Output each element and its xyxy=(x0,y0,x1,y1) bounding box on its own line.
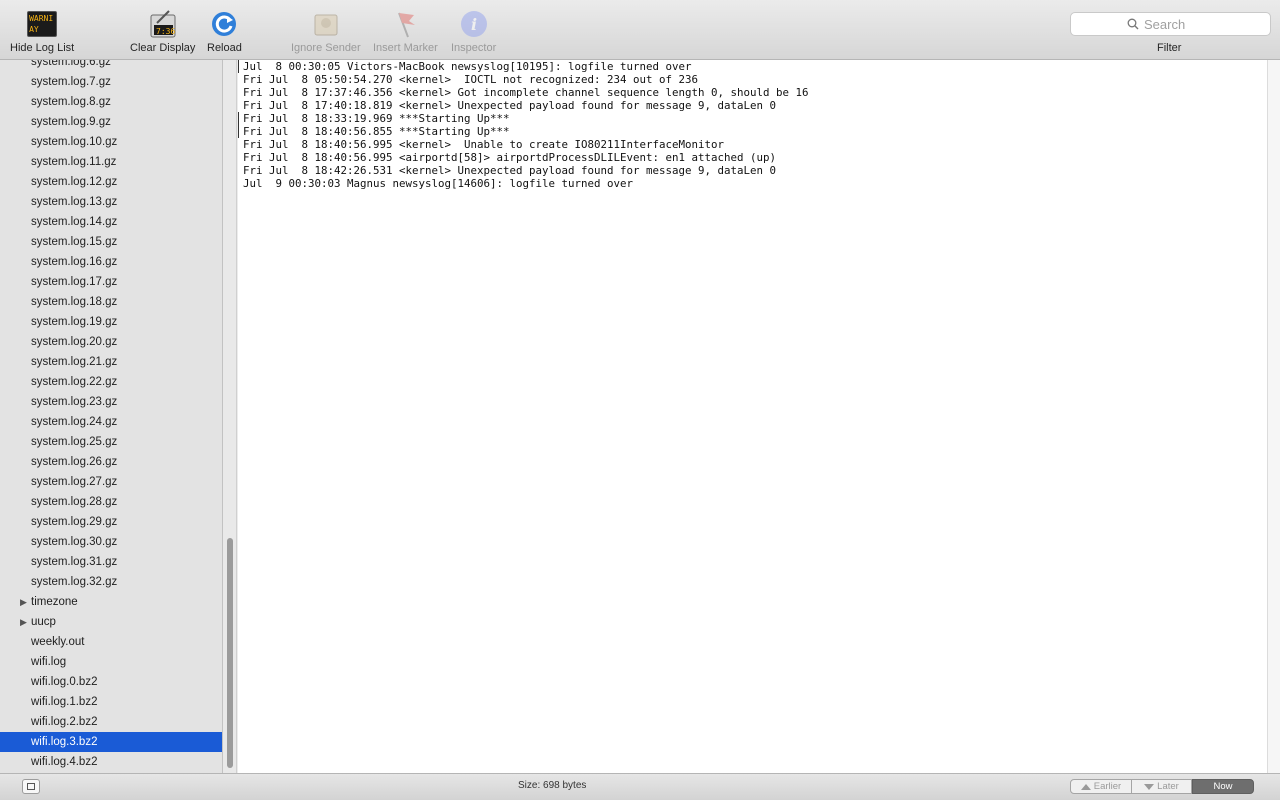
log-list-item[interactable]: system.log.25.gz xyxy=(0,432,222,452)
log-line: Fri Jul 8 18:42:26.531 <kernel> Unexpect… xyxy=(243,164,777,177)
log-list-item[interactable]: wifi.log.0.bz2 xyxy=(0,672,222,692)
log-list-item[interactable]: system.log.26.gz xyxy=(0,452,222,472)
toolbar: WARNIAY 7:36 Hide Log List 7:36 Clear Di… xyxy=(0,0,1280,60)
disclosure-triangle-icon[interactable]: ▶ xyxy=(20,612,27,632)
inspector-label: Inspector xyxy=(451,42,497,54)
log-folder-item[interactable]: ▶ uucp xyxy=(0,612,222,632)
log-folder-item[interactable]: ▶ timezone xyxy=(0,592,222,612)
flag-icon xyxy=(389,8,421,40)
clear-display-button[interactable]: 7:36 Clear Display xyxy=(130,8,195,54)
log-list-sidebar: system.log.6.gz system.log.7.gz system.l… xyxy=(0,60,222,773)
log-list-item[interactable]: system.log.31.gz xyxy=(0,552,222,572)
arrow-up-icon xyxy=(1080,783,1091,790)
log-list-item[interactable]: wifi.log.4.bz2 xyxy=(0,752,222,772)
log-list-item[interactable]: system.log.7.gz xyxy=(0,72,222,92)
earlier-button[interactable]: Earlier xyxy=(1070,779,1132,794)
log-marker-bar xyxy=(238,60,239,73)
log-line: Fri Jul 8 05:50:54.270 <kernel> IOCTL no… xyxy=(243,73,699,86)
log-list-item[interactable]: system.log.28.gz xyxy=(0,492,222,512)
log-line: Fri Jul 8 18:33:19.969 ***Starting Up*** xyxy=(243,112,510,125)
search-input[interactable] xyxy=(1144,16,1214,32)
hide-log-list-button[interactable]: WARNIAY 7:36 Hide Log List xyxy=(10,8,74,54)
insert-marker-label: Insert Marker xyxy=(373,42,438,54)
log-list-item[interactable]: wifi.log.2.bz2 xyxy=(0,712,222,732)
log-scrollbar[interactable] xyxy=(1267,60,1280,773)
sidebar-scroll-thumb[interactable] xyxy=(227,538,233,768)
status-bar: Size: 698 bytes Earlier Later Now xyxy=(0,773,1280,800)
reload-label: Reload xyxy=(207,42,242,54)
log-line: Fri Jul 8 18:40:56.855 ***Starting Up*** xyxy=(243,125,510,138)
svg-text:7:36: 7:36 xyxy=(156,27,175,36)
later-button[interactable]: Later xyxy=(1132,779,1192,794)
log-list-item[interactable]: system.log.23.gz xyxy=(0,392,222,412)
info-icon: i xyxy=(458,8,490,40)
log-list-item[interactable]: system.log.9.gz xyxy=(0,112,222,132)
console-warning-icon: WARNIAY 7:36 xyxy=(26,8,58,40)
search-field[interactable] xyxy=(1070,12,1271,36)
log-list-item-selected[interactable]: wifi.log.3.bz2 xyxy=(0,732,222,752)
log-list-item[interactable]: system.log.18.gz xyxy=(0,292,222,312)
inspector-button[interactable]: i Inspector xyxy=(451,8,496,54)
log-list-item[interactable]: system.log.24.gz xyxy=(0,412,222,432)
log-list-item[interactable]: system.log.13.gz xyxy=(0,192,222,212)
log-list-item[interactable]: system.log.29.gz xyxy=(0,512,222,532)
svg-text:i: i xyxy=(471,15,477,34)
log-list-item[interactable]: system.log.21.gz xyxy=(0,352,222,372)
log-list-item[interactable]: system.log.19.gz xyxy=(0,312,222,332)
reload-button[interactable]: Reload xyxy=(207,8,242,54)
reload-icon xyxy=(208,8,240,40)
log-list-item[interactable]: system.log.17.gz xyxy=(0,272,222,292)
log-line: Jul 9 00:30:03 Magnus newsyslog[14606]: … xyxy=(243,177,634,190)
log-list-item[interactable]: system.log.11.gz xyxy=(0,152,222,172)
file-size-label: Size: 698 bytes xyxy=(518,780,587,791)
log-list-item[interactable]: wifi.log.1.bz2 xyxy=(0,692,222,712)
log-list-item[interactable]: system.log.16.gz xyxy=(0,252,222,272)
broom-console-icon: 7:36 xyxy=(147,8,179,40)
log-list-item[interactable]: wifi.log xyxy=(0,652,222,672)
filter-label: Filter xyxy=(1157,42,1182,54)
log-list-item[interactable]: system.log.12.gz xyxy=(0,172,222,192)
log-line: Fri Jul 8 17:37:46.356 <kernel> Got inco… xyxy=(243,86,809,99)
log-line: Fri Jul 8 18:40:56.995 <kernel> Unable t… xyxy=(243,138,725,151)
ignore-sender-icon xyxy=(310,8,342,40)
log-list-item[interactable]: system.log.27.gz xyxy=(0,472,222,492)
log-list-item[interactable]: system.log.15.gz xyxy=(0,232,222,252)
insert-marker-button[interactable]: Insert Marker xyxy=(373,8,438,54)
log-list-item[interactable]: system.log.22.gz xyxy=(0,372,222,392)
ignore-sender-button[interactable]: Ignore Sender xyxy=(291,8,361,54)
sidebar-toggle-icon xyxy=(27,783,35,790)
log-list-item[interactable]: system.log.8.gz xyxy=(0,92,222,112)
now-button[interactable]: Now xyxy=(1192,779,1254,794)
search-icon xyxy=(1127,18,1139,30)
log-marker-bar xyxy=(238,112,239,138)
log-line: Fri Jul 8 17:40:18.819 <kernel> Unexpect… xyxy=(243,99,777,112)
hide-log-list-label: Hide Log List xyxy=(10,42,75,54)
arrow-down-icon xyxy=(1144,783,1155,790)
clear-display-label: Clear Display xyxy=(130,42,196,54)
toggle-sidebar-button[interactable] xyxy=(22,779,40,794)
log-list-item[interactable]: system.log.10.gz xyxy=(0,132,222,152)
log-list-item[interactable]: system.log.30.gz xyxy=(0,532,222,552)
log-list-item[interactable]: system.log.32.gz xyxy=(0,572,222,592)
log-line: Fri Jul 8 18:40:56.995 <airportd[58]> ai… xyxy=(243,151,777,164)
log-line: Jul 8 00:30:05 Victors-MacBook newsyslog… xyxy=(243,60,692,73)
log-content-view[interactable]: Jul 8 00:30:05 Victors-MacBook newsyslog… xyxy=(238,60,1267,773)
log-list-item[interactable]: system.log.20.gz xyxy=(0,332,222,352)
sidebar-scrollbar[interactable] xyxy=(223,60,237,773)
disclosure-triangle-icon[interactable]: ▶ xyxy=(20,592,27,612)
ignore-sender-label: Ignore Sender xyxy=(291,42,361,54)
log-list-item[interactable]: system.log.14.gz xyxy=(0,212,222,232)
log-list-item[interactable]: system.log.6.gz xyxy=(0,60,222,72)
log-list-item[interactable]: weekly.out xyxy=(0,632,222,652)
